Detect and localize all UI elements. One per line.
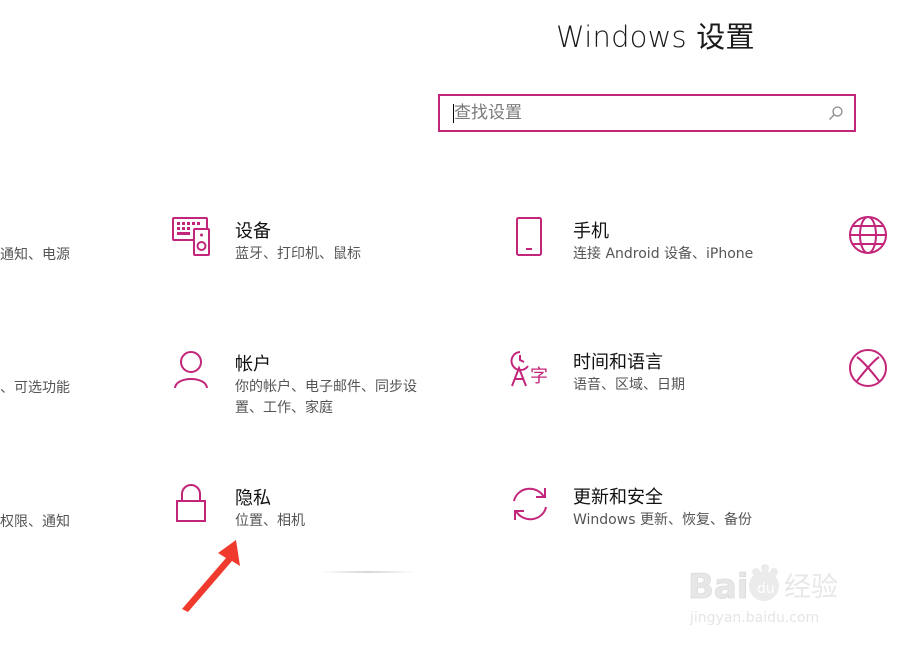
tile-desc: 语音、区域、日期 (573, 377, 685, 393)
tile-name: 帐户 (235, 354, 271, 375)
search-box[interactable] (438, 94, 856, 132)
person-icon (174, 351, 208, 389)
tile-name: 隐私 (235, 488, 271, 509)
tile-desc-line: 你的帐户、电子邮件、同步设 (235, 379, 417, 395)
partial-tile-desc-cortana[interactable]: 权限、通知 (0, 511, 70, 531)
tile-desc: 蓝牙、打印机、鼠标 (235, 246, 361, 262)
annotation-arrow-icon (182, 540, 240, 612)
tile-desc-line: 置、工作、家庭 (235, 400, 333, 416)
tile-name: 手机 (573, 221, 609, 242)
divider (320, 571, 416, 573)
tile-name: 更新和安全 (573, 487, 663, 508)
xbox-icon[interactable] (848, 348, 888, 388)
lock-icon (176, 484, 206, 522)
partial-tile-desc-apps[interactable]: 、可选功能 (0, 377, 70, 397)
search-icon[interactable] (828, 105, 844, 121)
svg-text:字: 字 (530, 366, 548, 387)
svg-text:经验: 经验 (784, 572, 838, 603)
tile-desc: Windows 更新、恢复、备份 (573, 512, 752, 528)
time-language-icon: 字 (510, 351, 548, 387)
page-title: Windows 设置 (556, 20, 755, 54)
baidu-jingyan-watermark: Bai du 经验 jingyan.baidu.com (688, 564, 838, 626)
svg-text:jingyan.baidu.com: jingyan.baidu.com (689, 610, 819, 626)
search-input[interactable] (454, 96, 814, 130)
sync-icon (513, 487, 547, 521)
svg-text:du: du (757, 581, 775, 597)
tile-desc: 位置、相机 (235, 513, 305, 529)
tile-desc: 连接 Android 设备、iPhone (573, 246, 754, 262)
partial-tile-desc-system[interactable]: 通知、电源 (0, 244, 70, 264)
tile-desc: 你的帐户、电子邮件、同步设 置、工作、家庭 (235, 377, 417, 419)
svg-text:Bai: Bai (688, 567, 749, 607)
text-caret (453, 104, 454, 123)
tile-name: 时间和语言 (573, 352, 663, 373)
globe-icon[interactable] (848, 215, 888, 255)
keyboard-speaker-icon (172, 217, 210, 256)
tile-name: 设备 (235, 221, 271, 242)
phone-icon (516, 217, 542, 256)
